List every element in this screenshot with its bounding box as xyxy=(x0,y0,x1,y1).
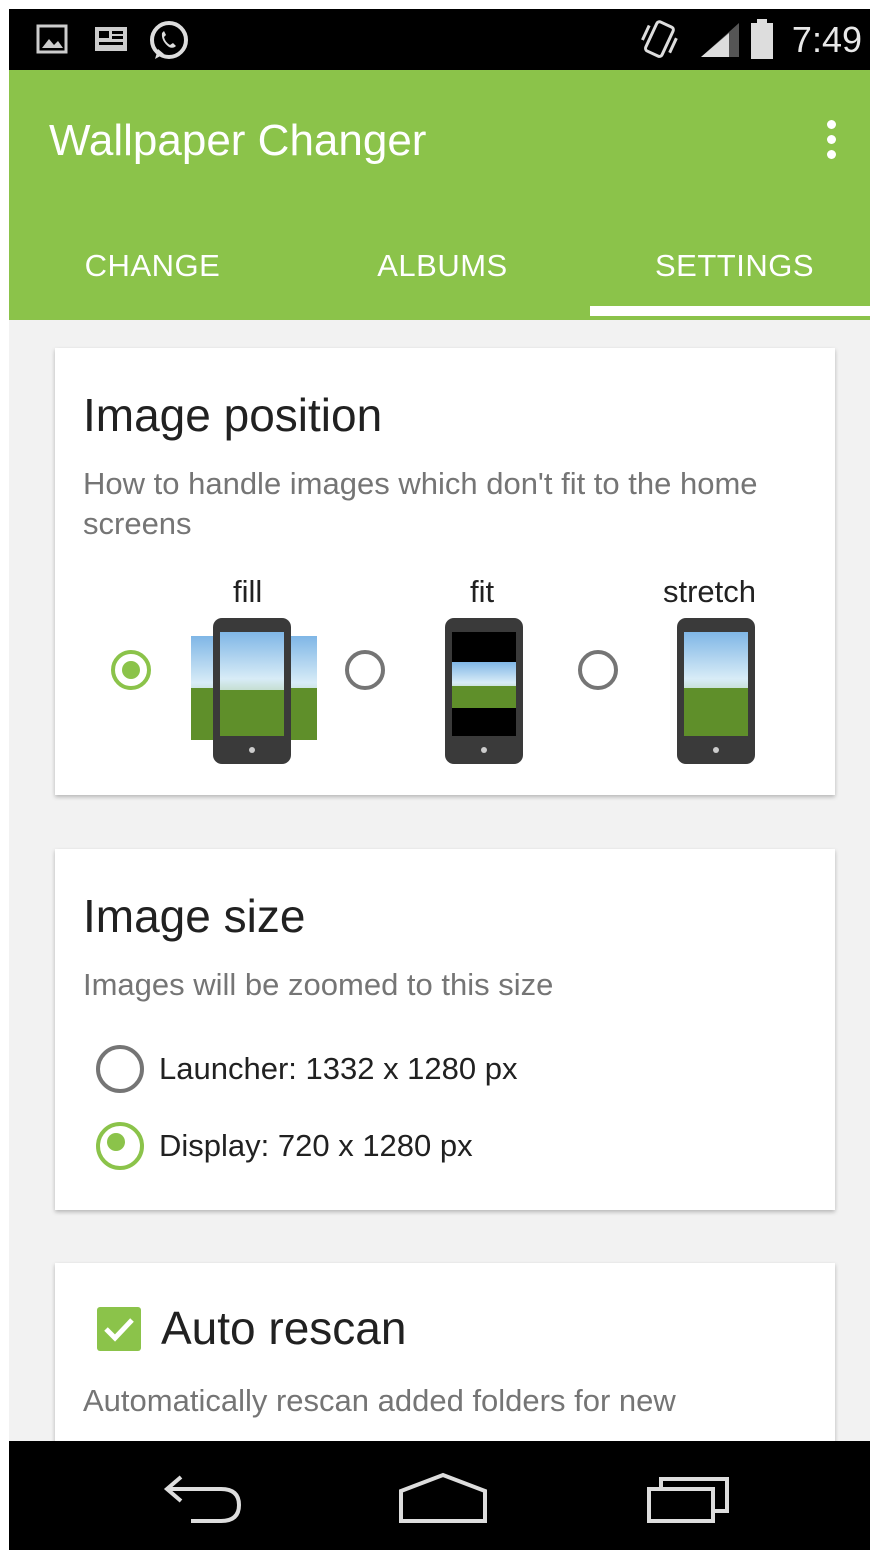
tab-change[interactable]: CHANGE xyxy=(9,248,296,284)
image-position-description: How to handle images which don't fit to … xyxy=(83,466,758,541)
fit-radio[interactable] xyxy=(345,650,385,690)
tab-indicator xyxy=(590,306,870,316)
tab-albums[interactable]: ALBUMS xyxy=(299,248,586,284)
image-size-title: Image size xyxy=(83,890,306,942)
home-icon[interactable] xyxy=(397,1471,489,1525)
image-position-card: Image position How to handle images whic… xyxy=(55,348,835,795)
recents-icon[interactable] xyxy=(645,1471,731,1525)
display-size-label[interactable]: Display: 720 x 1280 px xyxy=(159,1128,473,1164)
image-icon xyxy=(36,24,68,54)
fill-radio[interactable] xyxy=(111,650,151,690)
fit-preview-image xyxy=(445,618,523,764)
stretch-radio[interactable] xyxy=(578,650,618,690)
back-icon[interactable] xyxy=(161,1471,245,1525)
auto-rescan-title: Auto rescan xyxy=(161,1302,407,1354)
navigation-bar xyxy=(9,1441,870,1550)
display-size-radio[interactable] xyxy=(96,1122,144,1170)
stretch-preview-image xyxy=(677,618,755,764)
signal-icon xyxy=(701,23,739,57)
image-size-card: Image size Images will be zoomed to this… xyxy=(55,849,835,1210)
app-title: Wallpaper Changer xyxy=(49,116,427,165)
tab-settings[interactable]: SETTINGS xyxy=(591,248,870,284)
battery-icon xyxy=(751,19,773,59)
whatsapp-icon xyxy=(150,21,188,59)
vibrate-icon xyxy=(641,20,678,58)
check-icon xyxy=(104,1318,134,1342)
fill-option-label: fill xyxy=(233,574,263,609)
app-bar: Wallpaper Changer CHANGE ALBUMS SETTINGS xyxy=(9,70,870,320)
status-bar: 7:49 xyxy=(9,9,870,70)
image-position-title: Image position xyxy=(83,389,383,441)
overflow-menu-icon[interactable] xyxy=(824,120,838,164)
auto-rescan-checkbox[interactable] xyxy=(97,1307,141,1351)
auto-rescan-description: Automatically rescan added folders for n… xyxy=(83,1383,676,1418)
fit-option-label: fit xyxy=(470,574,495,609)
stretch-option-label: stretch xyxy=(663,574,757,609)
fill-preview-image xyxy=(191,618,317,764)
launcher-size-radio[interactable] xyxy=(96,1045,144,1093)
screen: 7:49 Wallpaper Changer CHANGE ALBUMS SET… xyxy=(9,9,870,1550)
image-size-description: Images will be zoomed to this size xyxy=(83,967,554,1002)
news-icon xyxy=(95,27,127,51)
launcher-size-label[interactable]: Launcher: 1332 x 1280 px xyxy=(159,1051,518,1087)
clock: 7:49 xyxy=(791,19,862,60)
